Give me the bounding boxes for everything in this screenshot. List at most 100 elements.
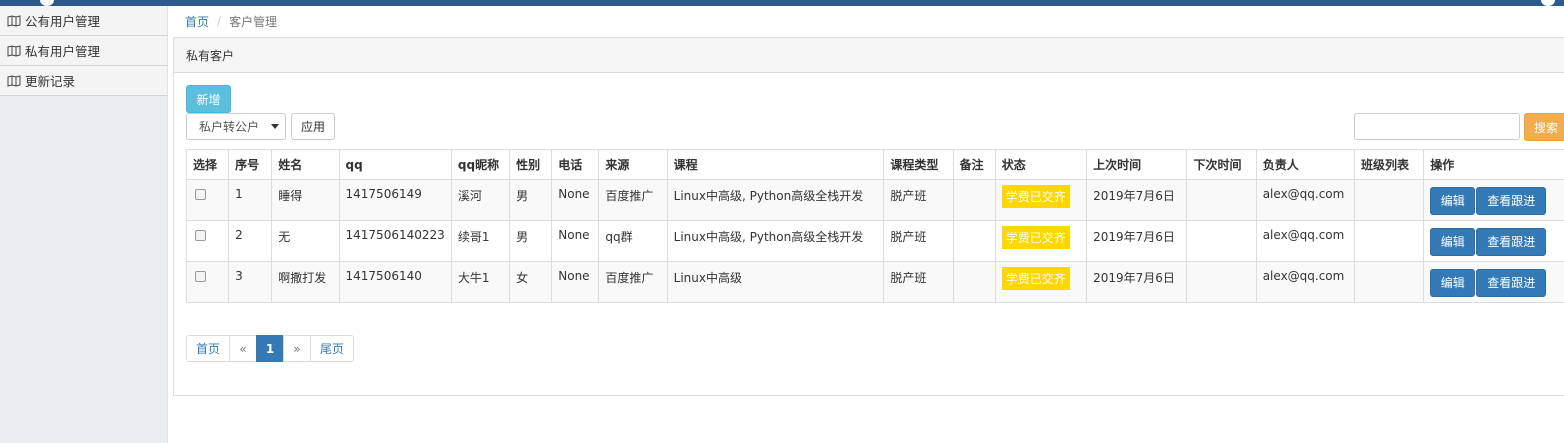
bulk-action-value: 私户转公户	[199, 120, 260, 134]
cell-phone: None	[551, 220, 600, 262]
cell-phone: None	[551, 179, 600, 221]
panel-title: 私有客户	[174, 38, 1564, 73]
sidebar-item-public-users[interactable]: 公有用户管理	[0, 6, 167, 36]
column-header: qq昵称	[450, 149, 511, 180]
breadcrumb: 首页 / 客户管理	[173, 6, 1564, 36]
cell-index: 3	[228, 261, 273, 303]
cell-owner: alex@qq.com	[1255, 261, 1356, 303]
search-button[interactable]: 搜索	[1524, 113, 1564, 141]
cell-name: 啊撒打发	[271, 261, 340, 303]
cell-qq: 1417506140223	[338, 220, 452, 262]
cell-course: Linux中高级	[666, 261, 885, 303]
page-last-button[interactable]: 尾页	[310, 335, 354, 362]
cell-note	[952, 261, 996, 303]
edit-button[interactable]: 编辑	[1430, 269, 1476, 297]
table-header-row: 选择 序号 姓名 qq qq昵称 性别 电话 来源 课程 课程类型 备注 状态 …	[185, 149, 1564, 180]
page-next-button[interactable]: »	[283, 335, 311, 362]
sidebar-item-label: 公有用户管理	[25, 14, 101, 29]
cell-phone: None	[551, 261, 600, 303]
view-follow-up-button[interactable]: 查看跟进	[1476, 269, 1547, 297]
bulk-action-select[interactable]: 私户转公户	[186, 113, 286, 140]
cell-gender: 女	[509, 261, 553, 303]
page-first-button[interactable]: 首页	[186, 335, 230, 362]
cell-next-time	[1186, 220, 1257, 262]
sidebar-item-label: 私有用户管理	[25, 44, 101, 59]
sidebar-item-private-users[interactable]: 私有用户管理	[0, 36, 167, 66]
breadcrumb-separator: /	[217, 14, 222, 28]
cell-note	[952, 179, 996, 221]
cell-owner: alex@qq.com	[1255, 179, 1356, 221]
status-badge: 学费已交齐	[1001, 267, 1070, 290]
column-header: 上次时间	[1086, 149, 1188, 180]
cell-note	[952, 220, 996, 262]
cell-course-type: 脱产班	[883, 261, 954, 303]
column-header: 状态	[994, 149, 1088, 180]
table-row: 1 睡得 1417506149 溪河 男 None 百度推广 Linux中高级,…	[185, 179, 1564, 221]
column-header: 性别	[509, 149, 553, 180]
column-header: 下次时间	[1186, 149, 1257, 180]
apply-button[interactable]: 应用	[291, 113, 335, 140]
cell-gender: 男	[509, 179, 553, 221]
cell-next-time	[1186, 179, 1257, 221]
column-header: 备注	[952, 149, 996, 180]
map-icon	[7, 14, 21, 27]
main-content: 首页 / 客户管理 私有客户 新增 私户转公户 应用 搜索 选择 序号 姓名 q…	[173, 6, 1564, 443]
cell-index: 1	[228, 179, 273, 221]
row-checkbox[interactable]	[195, 271, 206, 282]
column-header: 来源	[598, 149, 668, 180]
column-header: 课程	[666, 149, 885, 180]
cell-last-time: 2019年7月6日	[1086, 261, 1188, 303]
cell-course-type: 脱产班	[883, 220, 954, 262]
sidebar-item-update-log[interactable]: 更新记录	[0, 66, 167, 96]
column-header: 姓名	[271, 149, 340, 180]
column-header: 负责人	[1255, 149, 1356, 180]
cell-classes	[1354, 179, 1425, 221]
cell-nick: 大牛1	[450, 261, 511, 303]
breadcrumb-current: 客户管理	[229, 14, 278, 29]
table-row: 2 无 1417506140223 续哥1 男 None qq群 Linux中高…	[185, 220, 1564, 262]
cell-name: 睡得	[271, 179, 340, 221]
cell-classes	[1354, 220, 1425, 262]
cell-course: Linux中高级, Python高级全栈开发	[666, 220, 885, 262]
cell-source: 百度推广	[598, 261, 668, 303]
cell-next-time	[1186, 261, 1257, 303]
column-header: 班级列表	[1354, 149, 1425, 180]
status-badge: 学费已交齐	[1001, 226, 1070, 249]
cell-course: Linux中高级, Python高级全栈开发	[666, 179, 885, 221]
cell-nick: 溪河	[450, 179, 511, 221]
column-header: 序号	[228, 149, 273, 180]
cell-qq: 1417506140	[338, 261, 452, 303]
row-checkbox[interactable]	[195, 189, 206, 200]
page-prev-button[interactable]: «	[229, 335, 257, 362]
view-follow-up-button[interactable]: 查看跟进	[1476, 187, 1547, 215]
map-icon	[7, 74, 21, 87]
sidebar-item-label: 更新记录	[25, 74, 76, 89]
chevron-down-icon	[271, 124, 279, 129]
status-badge: 学费已交齐	[1001, 185, 1070, 208]
map-icon	[7, 44, 21, 57]
cell-course-type: 脱产班	[883, 179, 954, 221]
column-header: 操作	[1423, 149, 1564, 180]
cell-last-time: 2019年7月6日	[1086, 220, 1188, 262]
edit-button[interactable]: 编辑	[1430, 187, 1476, 215]
cell-source: 百度推广	[598, 179, 668, 221]
column-header: 选择	[185, 149, 230, 180]
page-current-button[interactable]: 1	[256, 335, 284, 362]
cell-owner: alex@qq.com	[1255, 220, 1356, 262]
sidebar: 公有用户管理 私有用户管理 更新记录	[0, 6, 168, 443]
customer-panel: 私有客户 新增 私户转公户 应用 搜索 选择 序号 姓名 qq qq昵称 性别 …	[173, 37, 1564, 396]
customer-table: 选择 序号 姓名 qq qq昵称 性别 电话 来源 课程 课程类型 备注 状态 …	[185, 149, 1564, 303]
breadcrumb-home-link[interactable]: 首页	[185, 13, 209, 30]
cell-gender: 男	[509, 220, 553, 262]
cell-last-time: 2019年7月6日	[1086, 179, 1188, 221]
pagination: 首页 « 1 » 尾页	[186, 335, 354, 362]
column-header: 电话	[551, 149, 600, 180]
add-button[interactable]: 新增	[186, 85, 231, 113]
view-follow-up-button[interactable]: 查看跟进	[1476, 228, 1547, 256]
cell-qq: 1417506149	[338, 179, 452, 221]
edit-button[interactable]: 编辑	[1430, 228, 1476, 256]
row-checkbox[interactable]	[195, 230, 206, 241]
cell-index: 2	[228, 220, 273, 262]
cell-nick: 续哥1	[450, 220, 511, 262]
search-input[interactable]	[1354, 113, 1520, 140]
